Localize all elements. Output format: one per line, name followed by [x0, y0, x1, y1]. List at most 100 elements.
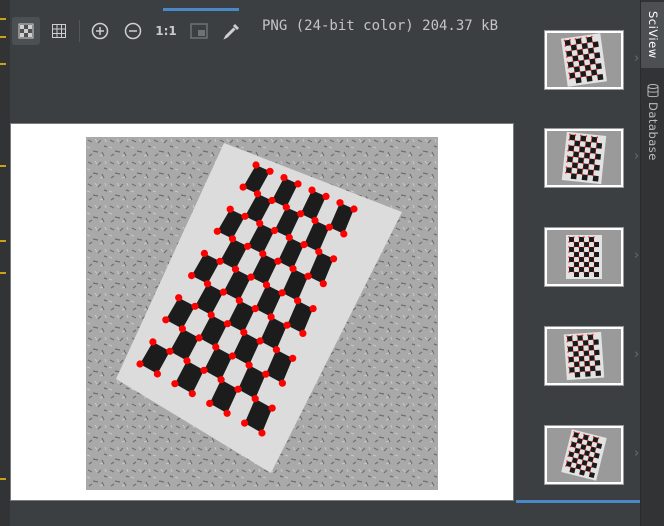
thumbnail-square	[587, 334, 594, 341]
corner-marker	[244, 242, 252, 250]
thumbnail-board	[566, 235, 602, 279]
corner-marker	[258, 429, 266, 437]
thumbnail-3[interactable]	[544, 227, 624, 287]
corner-marker	[188, 390, 196, 398]
corner-marker	[294, 180, 302, 188]
thumbnail-corner	[573, 261, 575, 263]
thumbnail-5[interactable]	[544, 425, 624, 485]
thumbnail-square	[589, 237, 594, 242]
thumbnail-square	[595, 63, 602, 70]
corner-marker	[247, 273, 255, 281]
thumbnail-corner	[568, 246, 570, 248]
grid-button[interactable]	[45, 17, 73, 45]
thumbnail-corner	[593, 266, 595, 268]
thumbnail-corner	[583, 271, 585, 273]
thumbnail-square	[577, 157, 584, 164]
thumbnail-4[interactable]	[544, 326, 624, 386]
thumbnail-corner	[588, 246, 590, 248]
thumbnail-square	[586, 36, 593, 43]
chessboard-icon	[18, 23, 34, 39]
chevron-right-icon[interactable]: ›	[634, 149, 639, 164]
thumbnail-square	[583, 53, 590, 60]
tab-database-label: Database	[646, 102, 660, 161]
database-icon	[647, 84, 659, 98]
thumbnail-square	[588, 344, 595, 351]
thumbnail-square	[597, 74, 604, 81]
tab-database[interactable]: Database	[641, 84, 664, 168]
thumbnail-corner	[578, 261, 580, 263]
thumbnail-corner	[578, 246, 580, 248]
thumbnail-square	[593, 164, 600, 171]
corner-marker	[322, 192, 330, 200]
image-viewer[interactable]	[10, 123, 514, 501]
gutter-marker	[0, 18, 6, 20]
corner-marker	[289, 265, 297, 273]
zoom-in-button[interactable]	[86, 17, 114, 45]
thumbnail-corner	[573, 266, 575, 268]
thumbnail-corner	[593, 241, 595, 243]
thumbnail-square	[592, 175, 599, 182]
color-picker-button[interactable]	[218, 17, 246, 45]
corner-marker	[228, 352, 236, 360]
tab-sciview[interactable]: SciView	[641, 2, 664, 68]
thumbnail-corner	[583, 241, 585, 243]
gutter-marker	[0, 478, 6, 480]
thumbnail-square	[583, 350, 590, 356]
tab-sciview-label: SciView	[646, 11, 660, 59]
thumbnail-square	[574, 242, 579, 247]
thumbnail-corner	[573, 256, 575, 258]
thumbnail-square	[579, 257, 584, 262]
right-tool-strip: SciView Database	[640, 0, 664, 526]
thumbnail-corner	[593, 236, 595, 238]
thumbnail-square	[577, 335, 583, 341]
left-gutter	[0, 0, 10, 526]
chevron-right-icon[interactable]: ›	[634, 347, 639, 362]
thumbnail-corner	[583, 261, 585, 263]
zoom-out-button[interactable]	[119, 17, 147, 45]
thumbnail-corner	[593, 251, 595, 253]
corner-marker	[166, 347, 174, 355]
chessboard-button[interactable]	[12, 17, 40, 45]
thumbnail-square	[569, 72, 576, 79]
thumbnail-1[interactable]	[544, 30, 624, 90]
image-toolbar: 1:1	[12, 15, 251, 47]
fit-button[interactable]	[185, 17, 213, 45]
thumbnail-square	[589, 267, 594, 272]
thumbnail-square	[566, 335, 573, 342]
thumbnail-square	[574, 272, 579, 277]
thumbnail-square	[578, 345, 584, 352]
corner-marker	[188, 272, 196, 280]
thumbnail-corner	[593, 246, 595, 248]
corner-marker	[309, 305, 317, 313]
thumbnail-corner	[588, 266, 590, 268]
thumbnail-square	[578, 60, 585, 67]
chevron-right-icon[interactable]: ›	[634, 51, 639, 66]
corner-marker	[336, 199, 344, 207]
thumbnail-corner	[578, 241, 580, 243]
corner-marker	[136, 360, 144, 368]
thumbnail-square	[569, 367, 575, 373]
thumbnail-square	[573, 151, 580, 158]
thumbnail-corner	[568, 241, 570, 243]
thumbnail-square	[594, 252, 599, 257]
corner-marker	[256, 219, 264, 227]
gutter-marker	[0, 272, 6, 274]
thumbnail-square	[567, 346, 574, 352]
thumbnail-square	[584, 360, 590, 367]
corner-marker	[285, 233, 293, 242]
thumbnail-corner	[568, 236, 570, 238]
corner-marker	[268, 404, 276, 412]
actual-size-button[interactable]: 1:1	[152, 17, 180, 45]
zoom-in-icon	[91, 22, 109, 40]
thumbnail-square	[574, 252, 579, 257]
corner-marker	[268, 196, 276, 205]
thumbnail-square	[574, 140, 581, 147]
chevron-right-icon[interactable]: ›	[634, 446, 639, 461]
corner-marker	[350, 205, 358, 213]
chevron-right-icon[interactable]: ›	[634, 248, 639, 263]
corner-marker	[212, 343, 220, 351]
thumbnail-square	[589, 355, 595, 361]
corner-marker	[262, 370, 270, 378]
thumbnail-square	[580, 135, 587, 142]
thumbnail-2[interactable]	[544, 128, 624, 188]
